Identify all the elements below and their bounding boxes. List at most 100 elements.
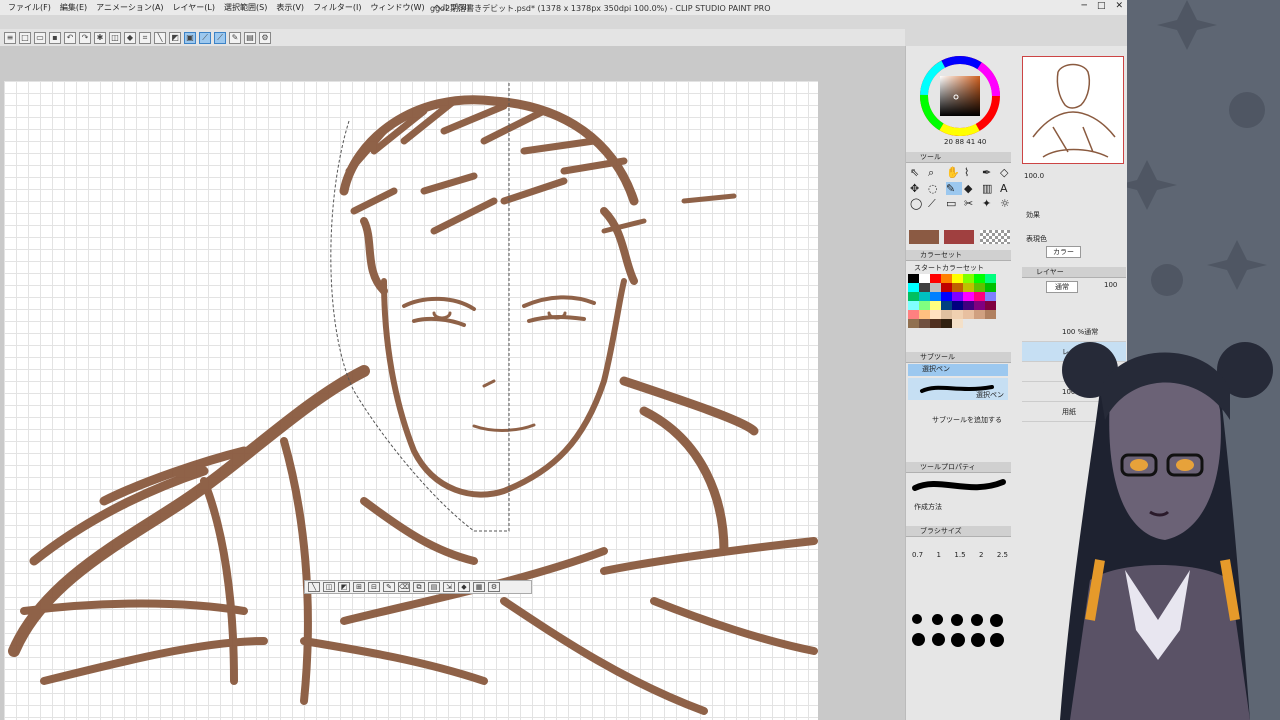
add-subtool-button[interactable]: サブツールを追加する [932, 415, 1002, 425]
menu-file[interactable]: ファイル(F) [8, 2, 51, 13]
eyedropper-icon[interactable]: ⌇ [964, 166, 980, 180]
color-swatch[interactable] [963, 301, 974, 310]
new-icon[interactable]: □ [19, 31, 31, 44]
shrink-icon[interactable]: ⊟ [368, 582, 380, 592]
menu-layer[interactable]: レイヤー(L) [173, 2, 215, 13]
select-pen-icon[interactable]: ✎ [383, 582, 395, 592]
clear-icon[interactable]: ✱ [94, 31, 106, 44]
color-swatch[interactable] [985, 310, 996, 319]
mask-icon[interactable]: ▦ [473, 582, 485, 592]
pen-tool-icon[interactable]: ✒ [982, 166, 998, 180]
crop-icon[interactable]: ⌗ [139, 31, 151, 44]
color-swatch[interactable] [930, 274, 941, 283]
color-swatch[interactable] [919, 283, 930, 292]
expand-icon[interactable]: ⊞ [353, 582, 365, 592]
select-tool-icon[interactable]: ⇖ [910, 166, 926, 180]
menu-icon[interactable]: ≡ [4, 31, 16, 44]
color-swatch[interactable] [908, 283, 919, 292]
color-swatch[interactable] [952, 310, 963, 319]
color-swatch[interactable] [941, 301, 952, 310]
eraser-tool-icon[interactable]: ◇ [1000, 166, 1016, 180]
color-swatch[interactable] [919, 292, 930, 301]
layer-opacity-value[interactable]: 100 [1104, 281, 1117, 289]
gradient-tool-icon[interactable]: ▥ [982, 182, 998, 195]
color-swatch[interactable] [919, 310, 930, 319]
fill-icon[interactable]: ◆ [458, 582, 470, 592]
navigator-thumbnail[interactable] [1022, 56, 1124, 164]
color-swatch[interactable] [941, 319, 952, 328]
menu-edit[interactable]: 編集(E) [60, 2, 87, 13]
snap-ruler-icon[interactable]: ⟋ [199, 31, 211, 44]
brush-dot[interactable] [970, 614, 983, 626]
color-swatch[interactable] [919, 319, 930, 328]
drawing-canvas[interactable]: ╲ ◫ ◩ ⊞ ⊟ ✎ ⌫ ⧉ ▤ ⇲ ◆ ▦ ⚙ [4, 81, 818, 720]
color-swatch[interactable] [941, 310, 952, 319]
copy-icon[interactable]: ⧉ [413, 582, 425, 592]
navigator-zoom-value[interactable]: 100.0 [1024, 172, 1044, 180]
brush-dot[interactable] [970, 633, 985, 647]
minimize-button[interactable]: ─ [1082, 1, 1087, 11]
fill-tool-icon[interactable]: ◆ [964, 182, 980, 195]
undo-icon[interactable]: ↶ [64, 31, 76, 44]
color-swatch[interactable] [908, 292, 919, 301]
color-swatch[interactable] [908, 274, 919, 283]
color-swatch[interactable] [941, 283, 952, 292]
color-swatch[interactable] [974, 292, 985, 301]
settings-icon[interactable]: ⚙ [488, 582, 500, 592]
color-swatch[interactable] [963, 292, 974, 301]
color-swatch[interactable] [941, 274, 952, 283]
expression-color-dropdown[interactable]: カラー [1046, 246, 1081, 258]
correction-tool-icon[interactable]: ✂ [964, 197, 980, 211]
color-wheel[interactable] [908, 46, 1012, 146]
color-swatch[interactable] [908, 319, 919, 328]
ruler-tool-icon[interactable]: ⟋ [928, 197, 944, 211]
color-swatch[interactable] [930, 301, 941, 310]
color-swatch[interactable] [974, 274, 985, 283]
transform-icon[interactable]: ◫ [109, 31, 121, 44]
blend-tool-icon[interactable]: ☼ [1000, 197, 1016, 211]
paste-icon[interactable]: ▤ [428, 582, 440, 592]
color-swatch[interactable] [919, 274, 930, 283]
pen-icon[interactable]: ✎ [229, 31, 241, 44]
snap-grid-icon[interactable]: ⟋ [214, 31, 226, 44]
color-swatch[interactable] [930, 283, 941, 292]
color-swatch[interactable] [930, 319, 941, 328]
brush-dot[interactable] [951, 633, 966, 647]
figure-tool-icon[interactable]: ▭ [946, 197, 962, 211]
menu-filter[interactable]: フィルター(I) [313, 2, 361, 13]
color-swatch[interactable] [985, 292, 996, 301]
color-swatch[interactable] [930, 292, 941, 301]
open-icon[interactable]: ▭ [34, 31, 46, 44]
menu-animation[interactable]: アニメーション(A) [96, 2, 163, 13]
color-swatch[interactable] [963, 310, 974, 319]
brush-tool-icon[interactable]: ✎ [946, 182, 962, 195]
brush-dot[interactable] [912, 633, 925, 646]
canvas-area[interactable]: ╲ ◫ ◩ ⊞ ⊟ ✎ ⌫ ⧉ ▤ ⇲ ◆ ▦ ⚙ [0, 46, 905, 720]
brush-dot[interactable] [931, 633, 945, 646]
balloon-tool-icon[interactable]: ◯ [910, 197, 926, 211]
color-swatch[interactable] [985, 301, 996, 310]
color-swatch[interactable] [952, 292, 963, 301]
eraser-select-icon[interactable]: ⌫ [398, 582, 410, 592]
deselect-icon[interactable]: ╲ [154, 31, 166, 44]
invert-icon[interactable]: ◩ [169, 31, 181, 44]
brush-dot[interactable] [931, 614, 943, 625]
maximize-button[interactable]: □ [1097, 1, 1106, 11]
deselect-icon[interactable]: ╲ [308, 582, 320, 592]
decoration-tool-icon[interactable]: ✦ [982, 197, 998, 211]
color-set-dropdown[interactable]: スタートカラーセット [914, 263, 984, 273]
menu-selection[interactable]: 選択範囲(S) [224, 2, 267, 13]
subtool-active-item[interactable]: 選択ペン [908, 378, 1008, 400]
menu-view[interactable]: 表示(V) [276, 2, 304, 13]
color-swatch[interactable] [952, 283, 963, 292]
color-swatch[interactable] [974, 310, 985, 319]
sub-color-swatch[interactable] [944, 230, 974, 244]
zoom-tool-icon[interactable]: ⌕ [928, 166, 944, 180]
blend-mode-dropdown[interactable]: 通常 [1046, 281, 1078, 293]
brush-size-option[interactable]: 2.5 [997, 551, 1008, 559]
subtool-group[interactable]: 選択ペン [908, 364, 1008, 376]
transparent-swatch[interactable] [980, 230, 1010, 244]
transform-icon[interactable]: ⇲ [443, 582, 455, 592]
layer-icon[interactable]: ▤ [244, 31, 256, 44]
invert-icon[interactable]: ◩ [338, 582, 350, 592]
